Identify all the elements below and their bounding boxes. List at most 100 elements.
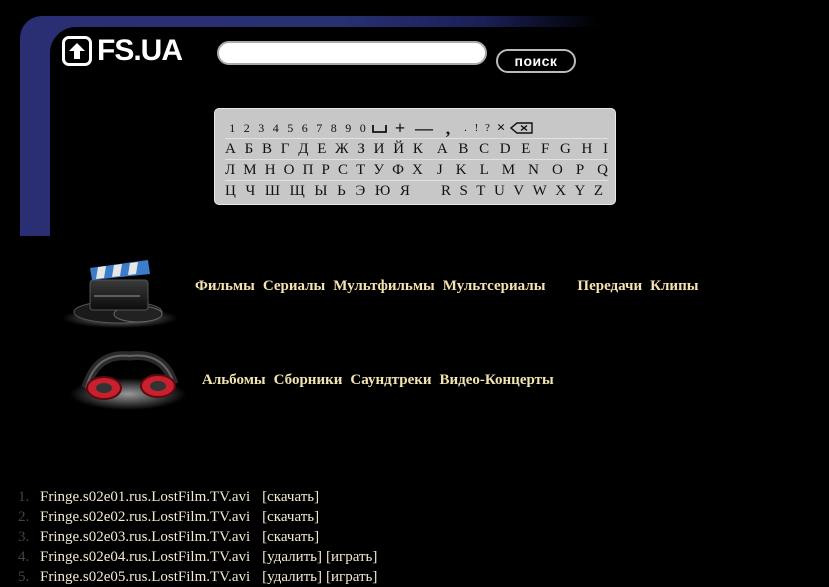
key-m[interactable]: M [502,162,515,179]
key-7[interactable]: 7 [312,121,327,136]
key-1[interactable]: 1 [225,121,240,136]
key-cyr-b[interactable]: Б [245,141,254,158]
key-cyr-n[interactable]: Н [265,162,276,179]
category-animated-series[interactable]: Мультсериалы [443,278,546,295]
key-cyr-o[interactable]: О [284,162,295,179]
key-d[interactable]: D [500,141,511,158]
key-s[interactable]: S [459,183,467,200]
key-8[interactable]: 8 [327,121,342,136]
key-0[interactable]: 0 [356,121,371,136]
key-cyr-d[interactable]: Д [298,141,308,158]
search-input[interactable] [217,41,487,65]
file-list: 1. Fringe.s02e01.rus.LostFilm.TV.avi [ск… [18,487,381,587]
key-cyr-u[interactable]: У [373,162,384,179]
key-q[interactable]: Q [597,162,608,179]
search-button[interactable]: поиск [496,49,576,73]
key-cyr-t[interactable]: Т [356,162,365,179]
key-cyr-kh[interactable]: Х [412,162,423,179]
key-cyr-i[interactable]: И [374,141,385,158]
key-5[interactable]: 5 [283,121,298,136]
key-cyr-shch[interactable]: Щ [290,183,305,200]
key-v[interactable]: V [513,183,524,200]
backspace-icon[interactable] [509,122,535,134]
category-clips[interactable]: Клипы [650,278,698,295]
category-compilations[interactable]: Сборники [274,372,343,389]
category-cartoons[interactable]: Мультфильмы [333,278,435,295]
key-e[interactable]: E [521,141,530,158]
key-cyr-k[interactable]: К [413,141,423,158]
key-3[interactable]: 3 [254,121,269,136]
category-video-concerts[interactable]: Видео-Концерты [440,372,554,389]
key-cyr-yi[interactable]: Ы [314,183,327,200]
key-cyr-y[interactable]: Й [393,141,404,158]
key-cyr-v[interactable]: В [262,141,272,158]
site-logo[interactable]: FS.UA [62,36,183,66]
key-2[interactable]: 2 [240,121,255,136]
key-r[interactable]: R [441,183,451,200]
download-link[interactable]: [скачать] [262,509,319,526]
category-soundtracks[interactable]: Саундтреки [350,372,431,389]
key-4[interactable]: 4 [269,121,284,136]
key-cyr-m[interactable]: М [243,162,256,179]
category-shows[interactable]: Передачи [577,278,642,295]
file-name: Fringe.s02e01.rus.LostFilm.TV.avi [40,488,251,505]
key-z[interactable]: Z [594,183,603,200]
key-cyr-zh[interactable]: Ж [335,141,348,158]
key-y[interactable]: Y [575,183,586,200]
key-a[interactable]: A [437,141,448,158]
key-cyr-sh[interactable]: Ш [265,183,280,200]
key-plus[interactable]: + [388,118,412,139]
key-cyr-l[interactable]: Л [225,162,235,179]
key-comma[interactable]: , [436,118,460,139]
key-k[interactable]: K [456,162,467,179]
key-exclamation[interactable]: ! [471,122,482,134]
key-cyr-ts[interactable]: Ц [225,183,236,200]
delete-link[interactable]: [удалить] [262,549,322,566]
play-link[interactable]: [играть] [326,569,377,586]
category-albums[interactable]: Альбомы [202,372,266,389]
key-question[interactable]: ? [482,122,493,134]
key-cyr-z[interactable]: З [357,141,365,158]
key-cyr-eh[interactable]: Э [355,183,365,200]
key-cyr-f[interactable]: Ф [392,162,404,179]
space-key-icon[interactable] [370,124,388,133]
key-i[interactable]: I [603,141,608,158]
key-cyr-ch[interactable]: Ч [245,183,255,200]
key-t[interactable]: T [476,183,485,200]
key-h[interactable]: H [581,141,592,158]
key-cyr-g[interactable]: Г [281,141,290,158]
file-name: Fringe.s02e02.rus.LostFilm.TV.avi [40,508,251,525]
key-dot[interactable]: . [460,122,471,134]
key-l[interactable]: L [480,162,489,179]
delete-link[interactable]: [удалить] [262,569,322,586]
key-9[interactable]: 9 [341,121,356,136]
key-cyr-s[interactable]: С [338,162,348,179]
key-p[interactable]: P [576,162,584,179]
keyboard-row-2: Л М Н О П Р С Т У Ф Х J K L M N O P Q [225,160,608,181]
key-cyr-r[interactable]: Р [322,162,330,179]
key-w[interactable]: W [533,183,547,200]
category-series[interactable]: Сериалы [263,278,325,295]
key-x[interactable]: X [555,183,566,200]
key-c[interactable]: C [479,141,489,158]
key-dash[interactable]: — [412,118,436,139]
key-n[interactable]: N [528,162,539,179]
key-b[interactable]: B [458,141,468,158]
key-6[interactable]: 6 [298,121,313,136]
clear-key[interactable]: × [493,120,509,137]
key-g[interactable]: G [560,141,571,158]
key-cyr-soft[interactable]: Ь [337,183,346,200]
key-cyr-e[interactable]: Е [317,141,326,158]
key-cyr-ya[interactable]: Я [400,183,410,200]
download-link[interactable]: [скачать] [262,489,319,506]
key-u[interactable]: U [494,183,505,200]
key-j[interactable]: J [437,162,443,179]
key-cyr-p[interactable]: П [303,162,314,179]
download-link[interactable]: [скачать] [262,529,319,546]
play-link[interactable]: [играть] [326,549,377,566]
key-f[interactable]: F [541,141,549,158]
key-o[interactable]: O [552,162,563,179]
key-cyr-a[interactable]: А [225,141,236,158]
key-cyr-yu[interactable]: Ю [375,183,390,200]
category-films[interactable]: Фильмы [195,278,255,295]
